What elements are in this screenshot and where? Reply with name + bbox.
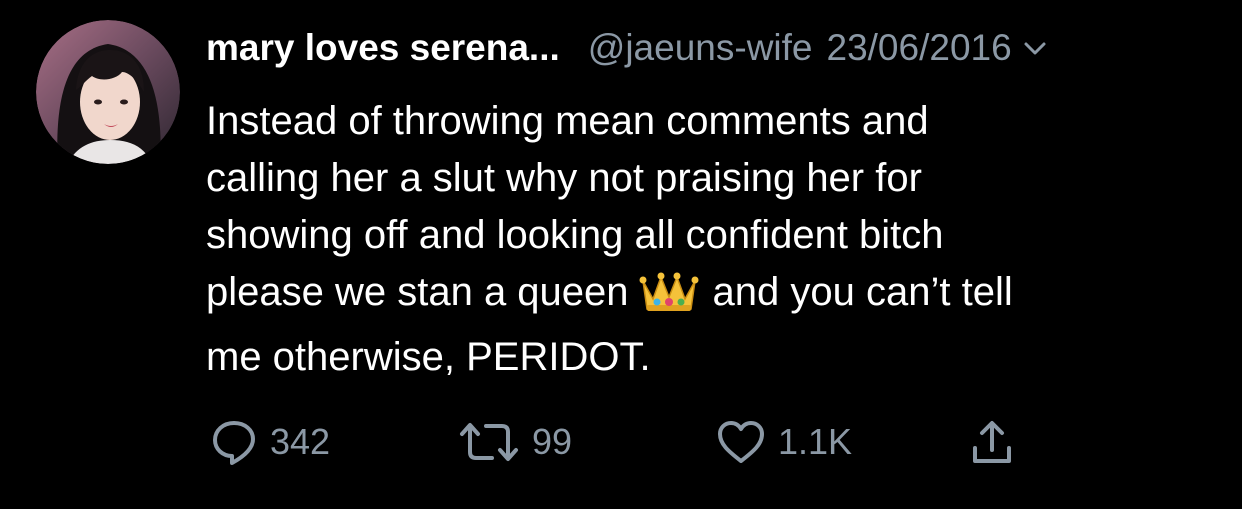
like-button[interactable]: 1.1K (716, 414, 852, 470)
avatar-image (36, 20, 180, 164)
tweet-header: mary loves serena... @jaeuns-wife 23/06/… (206, 22, 1206, 74)
tweet-date[interactable]: 23/06/2016 (827, 27, 1012, 69)
reply-count: 342 (270, 421, 331, 462)
crown-emoji (639, 269, 699, 329)
tweet[interactable]: mary loves serena... @jaeuns-wife 23/06/… (0, 0, 1242, 509)
retweet-button[interactable]: 99 (458, 414, 572, 470)
reply-icon (210, 418, 258, 466)
share-icon (970, 418, 1014, 466)
like-count: 1.1K (778, 421, 853, 462)
share-button[interactable] (970, 414, 1014, 470)
retweet-icon (458, 420, 520, 464)
tweet-actions: 342 99 1.1K (206, 414, 1206, 470)
tweet-text: Instead of throwing mean comments and ca… (206, 93, 1216, 386)
retweet-count: 99 (532, 421, 573, 462)
avatar[interactable] (36, 20, 180, 164)
reply-button[interactable]: 342 (210, 414, 330, 470)
heart-icon (716, 419, 766, 465)
chevron-down-icon[interactable] (1020, 33, 1050, 63)
display-name[interactable]: mary loves serena... (206, 27, 560, 69)
user-handle[interactable]: @jaeuns-wife (588, 27, 813, 69)
